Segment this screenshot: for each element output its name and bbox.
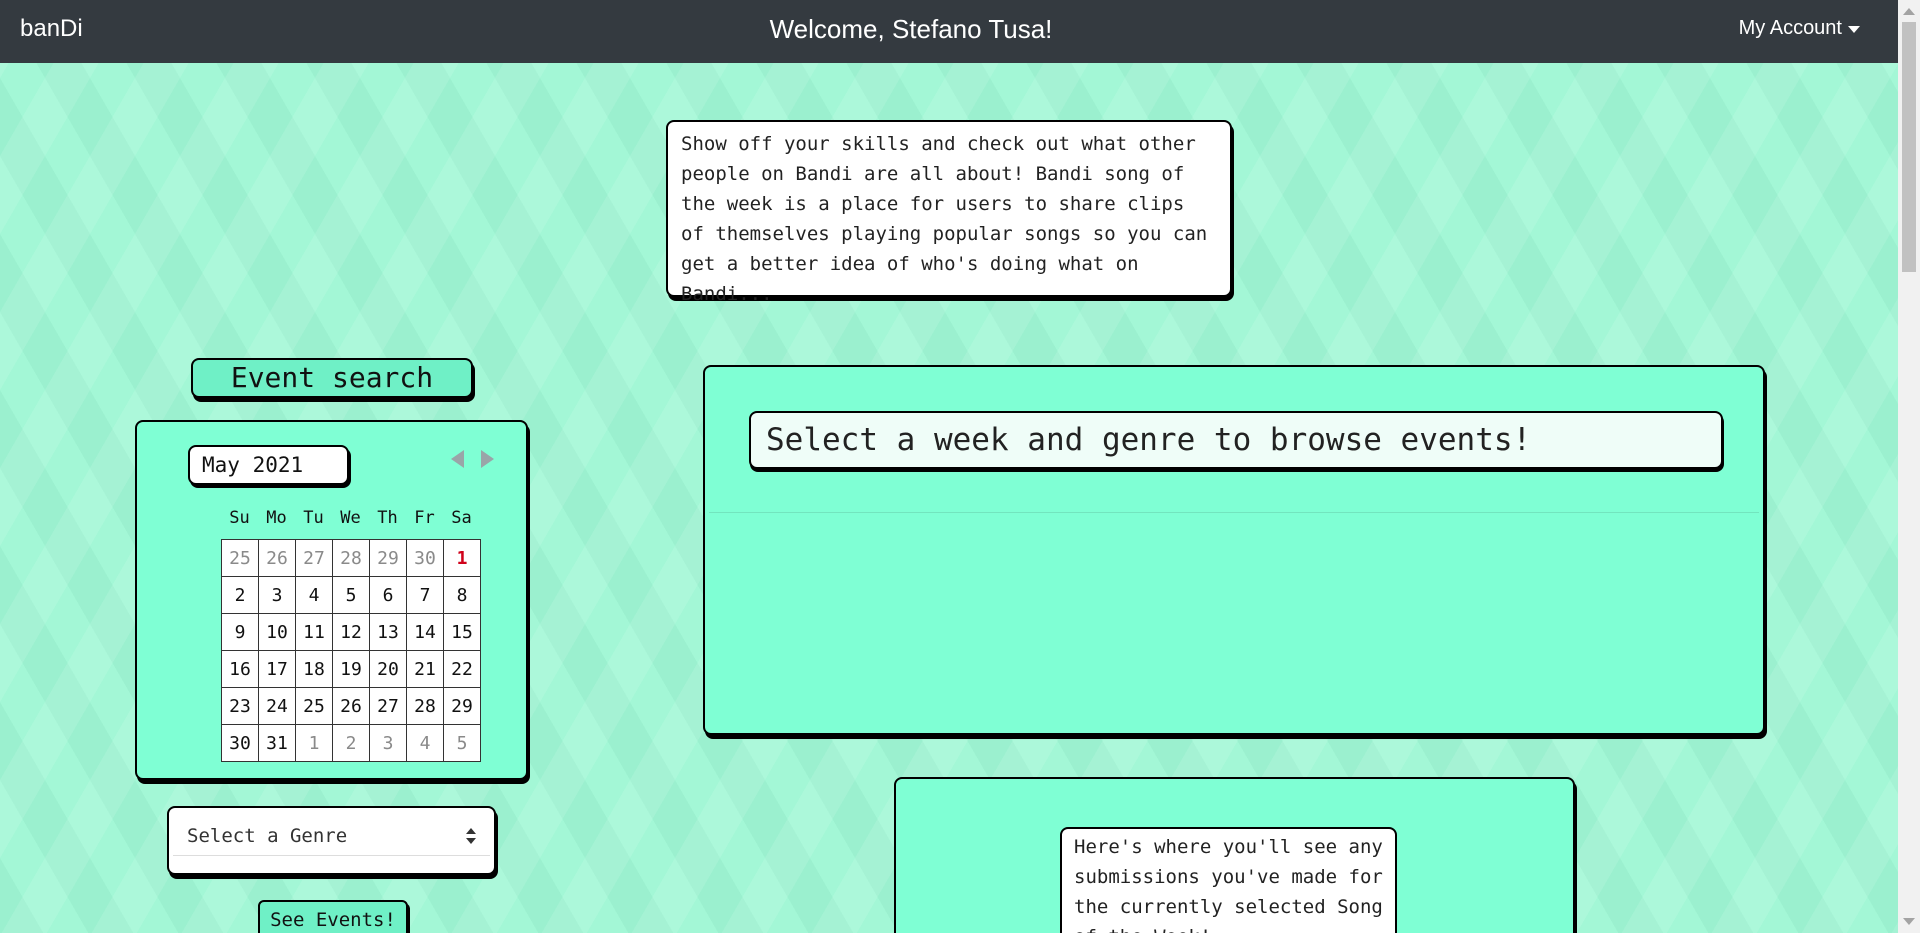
calendar-day[interactable]: 29 [370, 540, 407, 577]
my-account-dropdown[interactable]: My Account [1739, 17, 1860, 40]
my-account-label: My Account [1738, 17, 1842, 39]
submissions-note: Here's where you'll see any submissions … [1060, 827, 1397, 933]
weekday-label: We [340, 508, 361, 528]
calendar-day[interactable]: 27 [296, 540, 333, 577]
calendar-day[interactable]: 13 [370, 614, 407, 651]
calendar-day[interactable]: 22 [444, 651, 481, 688]
chevron-right-icon[interactable] [481, 450, 494, 468]
calendar-day[interactable]: 2 [333, 725, 370, 762]
calendar-day[interactable]: 16 [222, 651, 259, 688]
calendar-day[interactable]: 5 [333, 577, 370, 614]
calendar-day[interactable]: 2 [222, 577, 259, 614]
event-search-title: Event search [191, 358, 473, 398]
genre-select-container: Select a Genre [167, 806, 496, 875]
calendar-day-today[interactable]: 1 [444, 540, 481, 577]
calendar-day[interactable]: 27 [370, 688, 407, 725]
weekday-header: Su Mo Tu We Th Fr Sa [221, 508, 480, 528]
calendar-day[interactable]: 18 [296, 651, 333, 688]
scroll-up-arrow-icon[interactable] [1903, 8, 1915, 15]
calendar-day[interactable]: 6 [370, 577, 407, 614]
events-panel: Select a week and genre to browse events… [703, 365, 1765, 735]
weekday-label: Mo [266, 508, 287, 528]
calendar-day[interactable]: 29 [444, 688, 481, 725]
scrollbar-thumb[interactable] [1902, 22, 1916, 272]
calendar-day[interactable]: 28 [407, 688, 444, 725]
calendar-day[interactable]: 7 [407, 577, 444, 614]
intro-text: Show off your skills and check out what … [681, 133, 1208, 305]
weekday-label: Fr [414, 508, 435, 528]
calendar-day[interactable]: 5 [444, 725, 481, 762]
events-panel-header: Select a week and genre to browse events… [749, 411, 1723, 469]
calendar-day[interactable]: 19 [333, 651, 370, 688]
weekday-label: Tu [303, 508, 324, 528]
calendar-day[interactable]: 15 [444, 614, 481, 651]
select-arrows-icon [466, 828, 476, 844]
top-navbar: banDi Welcome, Stefano Tusa! My Account [0, 0, 1898, 63]
calendar-grid: 25 26 27 28 29 30 1 2 3 4 5 6 7 8 9 10 1… [221, 539, 481, 762]
calendar-day[interactable]: 3 [370, 725, 407, 762]
calendar-day[interactable]: 4 [407, 725, 444, 762]
calendar-day[interactable]: 9 [222, 614, 259, 651]
calendar-day[interactable]: 11 [296, 614, 333, 651]
month-year-field[interactable]: May 2021 [188, 445, 349, 485]
calendar-day[interactable]: 26 [259, 540, 296, 577]
calendar-day[interactable]: 25 [296, 688, 333, 725]
calendar-day[interactable]: 26 [333, 688, 370, 725]
weekday-label: Su [229, 508, 250, 528]
chevron-left-icon[interactable] [451, 450, 464, 468]
submissions-panel: Here's where you'll see any submissions … [894, 777, 1575, 933]
calendar-day[interactable]: 12 [333, 614, 370, 651]
genre-select-value: Select a Genre [187, 825, 348, 847]
calendar-day[interactable]: 31 [259, 725, 296, 762]
calendar-day[interactable]: 17 [259, 651, 296, 688]
calendar-day[interactable]: 24 [259, 688, 296, 725]
calendar-day[interactable]: 28 [333, 540, 370, 577]
divider [709, 512, 1759, 513]
calendar-day[interactable]: 1 [296, 725, 333, 762]
calendar-day[interactable]: 8 [444, 577, 481, 614]
see-events-button[interactable]: See Events! [258, 900, 408, 933]
page-scrollbar[interactable] [1898, 0, 1920, 933]
calendar-day[interactable]: 10 [259, 614, 296, 651]
calendar-day[interactable]: 21 [407, 651, 444, 688]
calendar-day[interactable]: 30 [222, 725, 259, 762]
weekday-label: Sa [451, 508, 472, 528]
intro-card: Show off your skills and check out what … [666, 120, 1232, 305]
calendar-day[interactable]: 3 [259, 577, 296, 614]
genre-select[interactable]: Select a Genre [173, 816, 490, 856]
calendar-day[interactable]: 23 [222, 688, 259, 725]
calendar-day[interactable]: 14 [407, 614, 444, 651]
calendar-day[interactable]: 4 [296, 577, 333, 614]
calendar-day[interactable]: 25 [222, 540, 259, 577]
calendar-day[interactable]: 30 [407, 540, 444, 577]
scroll-down-arrow-icon[interactable] [1903, 918, 1915, 925]
calendar-day[interactable]: 20 [370, 651, 407, 688]
weekday-label: Th [377, 508, 398, 528]
welcome-message: Welcome, Stefano Tusa! [769, 14, 1053, 44]
week-picker-calendar: May 2021 Su Mo Tu We Th Fr Sa 25 26 27 2… [135, 420, 528, 780]
caret-down-icon [1848, 26, 1860, 33]
